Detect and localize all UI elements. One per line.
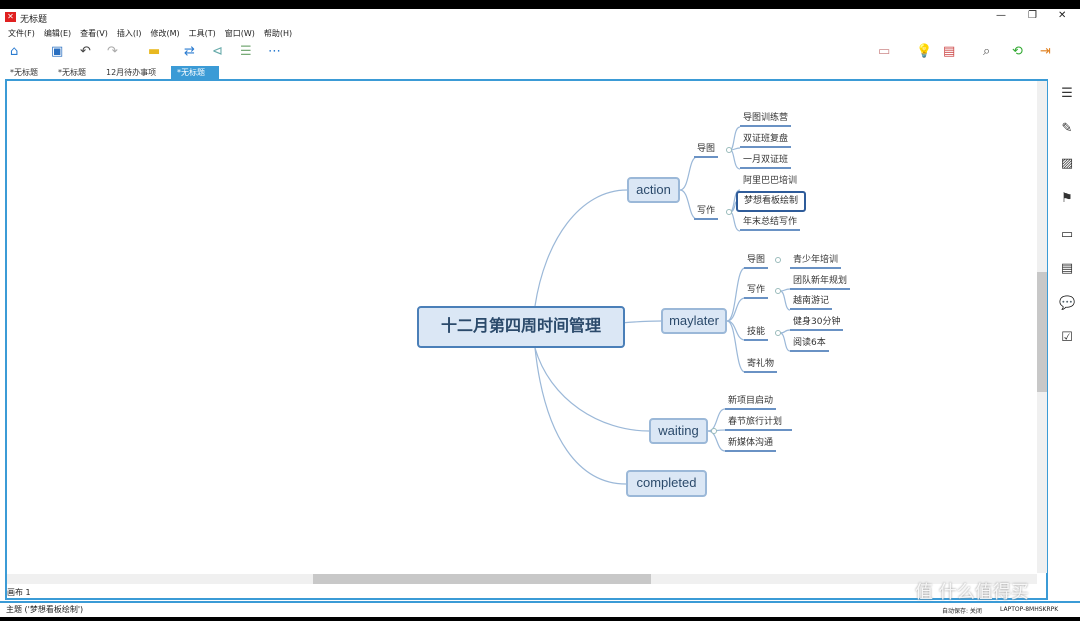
status-autosave[interactable]: 自动保存: 关闭 xyxy=(942,606,982,615)
comment-icon[interactable]: 💬 xyxy=(1059,296,1075,311)
outline-icon[interactable]: ☰ xyxy=(1059,86,1075,101)
horizontal-scrollbar[interactable] xyxy=(7,574,1037,584)
subtopic-maylater-skills[interactable]: 技能 xyxy=(744,325,769,341)
leaf-topic[interactable]: 青少年培训 xyxy=(790,253,842,269)
task-icon[interactable]: ☑ xyxy=(1059,330,1075,345)
sheet-tab[interactable]: 画布 1 xyxy=(7,587,31,598)
status-selected-topic: 主题 ('梦想看板绘制') xyxy=(6,605,84,614)
collapse-icon[interactable] xyxy=(726,209,732,215)
subtopic-maylater-writing[interactable]: 写作 xyxy=(744,283,769,299)
topic-action[interactable]: action xyxy=(627,177,680,203)
image-icon[interactable]: ▨ xyxy=(1059,156,1075,171)
leaf-topic[interactable]: 导图训练营 xyxy=(740,111,792,127)
collapse-icon[interactable] xyxy=(775,257,781,263)
leaf-topic[interactable]: 健身30分钟 xyxy=(790,315,844,331)
clipart-icon[interactable]: ▭ xyxy=(1059,227,1075,242)
subtopic-maylater-mindmap[interactable]: 导图 xyxy=(744,253,769,269)
collapse-icon[interactable] xyxy=(775,288,781,294)
leaf-topic[interactable]: 新媒体沟通 xyxy=(725,436,777,452)
topic-completed[interactable]: completed xyxy=(626,470,707,497)
leaf-topic[interactable]: 春节旅行计划 xyxy=(725,415,793,431)
leaf-topic[interactable]: 新项目启动 xyxy=(725,394,777,410)
status-computer: LAPTOP-8MHSKRPK xyxy=(1000,606,1059,613)
topic-maylater[interactable]: maylater xyxy=(661,308,727,334)
subtopic-maylater-gifts[interactable]: 寄礼物 xyxy=(744,357,778,373)
root-topic[interactable]: 十二月第四周时间管理 xyxy=(417,306,625,348)
subtopic-action-writing[interactable]: 写作 xyxy=(694,204,719,220)
topic-waiting[interactable]: waiting xyxy=(649,418,708,444)
vertical-scrollbar[interactable] xyxy=(1037,81,1047,573)
leaf-topic[interactable]: 越南游记 xyxy=(790,294,833,310)
watermark-logo: 值 什么值得买 xyxy=(915,582,1029,603)
notes-icon[interactable]: ▤ xyxy=(1059,261,1075,276)
collapse-icon[interactable] xyxy=(775,330,781,336)
collapse-icon[interactable] xyxy=(711,428,717,434)
leaf-topic[interactable]: 团队新年规划 xyxy=(790,274,851,290)
leaf-topic[interactable]: 双证班复盘 xyxy=(740,132,792,148)
leaf-topic[interactable]: 阅读6本 xyxy=(790,336,829,352)
leaf-topic[interactable]: 年末总结写作 xyxy=(740,215,801,231)
horizontal-scroll-thumb[interactable] xyxy=(313,574,651,584)
marker-flag-icon[interactable]: ⚑ xyxy=(1059,191,1075,206)
leaf-topic[interactable]: 一月双证班 xyxy=(740,153,792,169)
leaf-topic[interactable]: 阿里巴巴培训 xyxy=(740,174,800,188)
format-brush-icon[interactable]: ✎ xyxy=(1059,121,1075,136)
leaf-topic-selected[interactable]: 梦想看板绘制 xyxy=(736,191,807,212)
vertical-scroll-thumb[interactable] xyxy=(1037,272,1047,392)
collapse-icon[interactable] xyxy=(726,147,732,153)
subtopic-action-mindmap[interactable]: 导图 xyxy=(694,142,719,158)
